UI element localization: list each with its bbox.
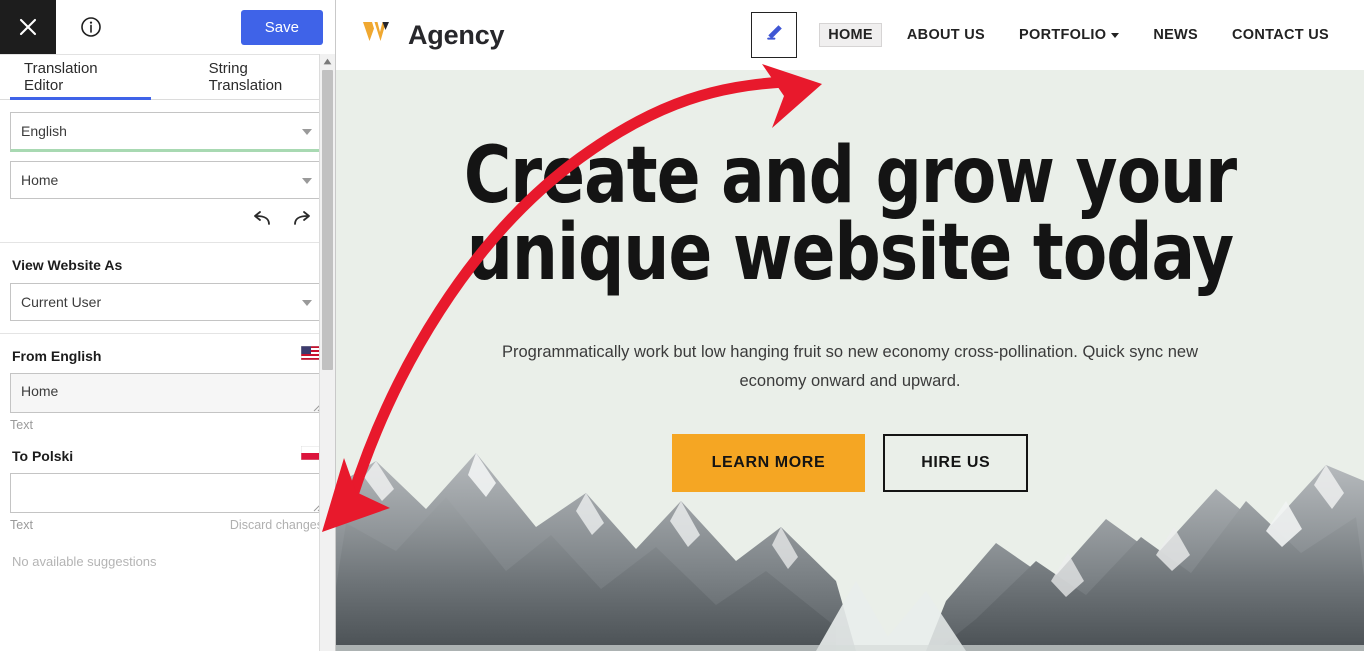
sidebar-topbar: Save xyxy=(0,0,335,55)
target-language-header: To Polski xyxy=(12,445,324,465)
tab-translation-editor[interactable]: Translation Editor xyxy=(10,55,151,100)
view-website-as-section: View Website As Current User xyxy=(0,243,335,334)
info-circle-icon[interactable] xyxy=(56,0,126,54)
source-text-wrap xyxy=(10,373,323,413)
website-preview: Agency HOME ABOUT US PORTFOLIO NEWS CONT… xyxy=(336,0,1364,651)
hire-us-button[interactable]: HIRE US xyxy=(883,434,1029,493)
translation-sidebar: Save Translation Editor String Translati… xyxy=(0,0,336,651)
chevron-down-icon xyxy=(302,300,312,306)
tab-string-translation-label: String Translation xyxy=(208,60,283,94)
chevron-down-icon xyxy=(302,178,312,184)
site-header: Agency HOME ABOUT US PORTFOLIO NEWS CONT… xyxy=(336,0,1364,70)
nav-item-contact-us[interactable]: CONTACT US xyxy=(1223,23,1338,47)
scroll-up-arrow-icon[interactable] xyxy=(320,54,335,69)
pencil-edit-button[interactable] xyxy=(751,12,798,58)
nav-item-about-us-label: ABOUT US xyxy=(906,27,986,43)
selectors-section: English Home xyxy=(0,100,335,243)
view-website-as-title: View Website As xyxy=(12,257,123,273)
sidebar-scrollbar-thumb[interactable] xyxy=(322,70,333,370)
sidebar-scrollbar[interactable] xyxy=(319,54,335,651)
undo-arrow-icon[interactable] xyxy=(251,210,273,228)
hero-title: Create and grow your unique website toda… xyxy=(377,137,1323,292)
target-language-label: To Polski xyxy=(12,447,74,464)
hero-buttons: LEARN MORE HIRE US xyxy=(336,434,1364,493)
page-select-value: Home xyxy=(21,172,59,188)
site-brand-name: Agency xyxy=(408,19,505,50)
learn-more-button[interactable]: LEARN MORE xyxy=(671,434,866,493)
hero-content: Create and grow your unique website toda… xyxy=(336,70,1364,493)
nav-item-home-label: HOME xyxy=(828,27,873,43)
view-website-as-select[interactable]: Current User xyxy=(10,283,323,321)
tab-translation-editor-label: Translation Editor xyxy=(24,60,98,94)
nav-item-portfolio[interactable]: PORTFOLIO xyxy=(1010,23,1128,47)
nav-item-contact-us-label: CONTACT US xyxy=(1232,27,1329,43)
translation-editor-screen: Save Translation Editor String Translati… xyxy=(0,0,1364,651)
pencil-edit-icon xyxy=(762,21,786,50)
language-select[interactable]: English xyxy=(10,112,323,152)
source-language-label: From English xyxy=(12,347,102,364)
nav-item-news-label: NEWS xyxy=(1153,27,1199,43)
site-brand[interactable]: Agency xyxy=(362,19,505,52)
nav-item-news[interactable]: NEWS xyxy=(1144,23,1207,47)
close-icon[interactable] xyxy=(0,0,56,54)
source-field-hint: Text xyxy=(10,418,33,432)
nav-item-home[interactable]: HOME xyxy=(819,23,882,47)
nav-item-about-us[interactable]: ABOUT US xyxy=(898,23,994,47)
target-field-hint: Text xyxy=(10,518,33,532)
hero-title-line2: unique website today xyxy=(466,208,1234,299)
sidebar-tabs: Translation Editor String Translation xyxy=(0,55,335,100)
target-field-footer: Text Discard changes xyxy=(10,518,323,532)
translation-fields-section: From English Home Text To Polski Text Di… xyxy=(0,334,335,579)
view-website-as-value: Current User xyxy=(21,294,102,310)
language-select-value: English xyxy=(21,123,67,139)
w-logo-icon xyxy=(362,19,396,52)
source-field-footer: Text xyxy=(10,418,323,432)
suggestions-text: No available suggestions xyxy=(12,554,157,569)
target-text-wrap xyxy=(10,473,323,513)
source-language-header: From English xyxy=(12,345,324,365)
chevron-down-icon xyxy=(302,129,312,135)
tab-string-translation[interactable]: String Translation xyxy=(195,55,335,99)
site-nav: HOME ABOUT US PORTFOLIO NEWS CONTACT US xyxy=(811,23,1346,47)
page-select[interactable]: Home xyxy=(10,161,323,199)
discard-changes-button[interactable]: Discard changes xyxy=(230,518,323,532)
save-button[interactable]: Save xyxy=(240,9,323,45)
hero-section: Create and grow your unique website toda… xyxy=(336,70,1364,651)
redo-arrow-icon[interactable] xyxy=(291,210,313,228)
chevron-down-icon xyxy=(1111,32,1120,38)
history-controls xyxy=(10,208,325,232)
source-text-input[interactable] xyxy=(10,373,323,413)
nav-item-portfolio-label: PORTFOLIO xyxy=(1019,27,1107,43)
hero-subtitle: Programmatically work but low hanging fr… xyxy=(501,343,1199,391)
target-text-input[interactable] xyxy=(10,473,323,513)
